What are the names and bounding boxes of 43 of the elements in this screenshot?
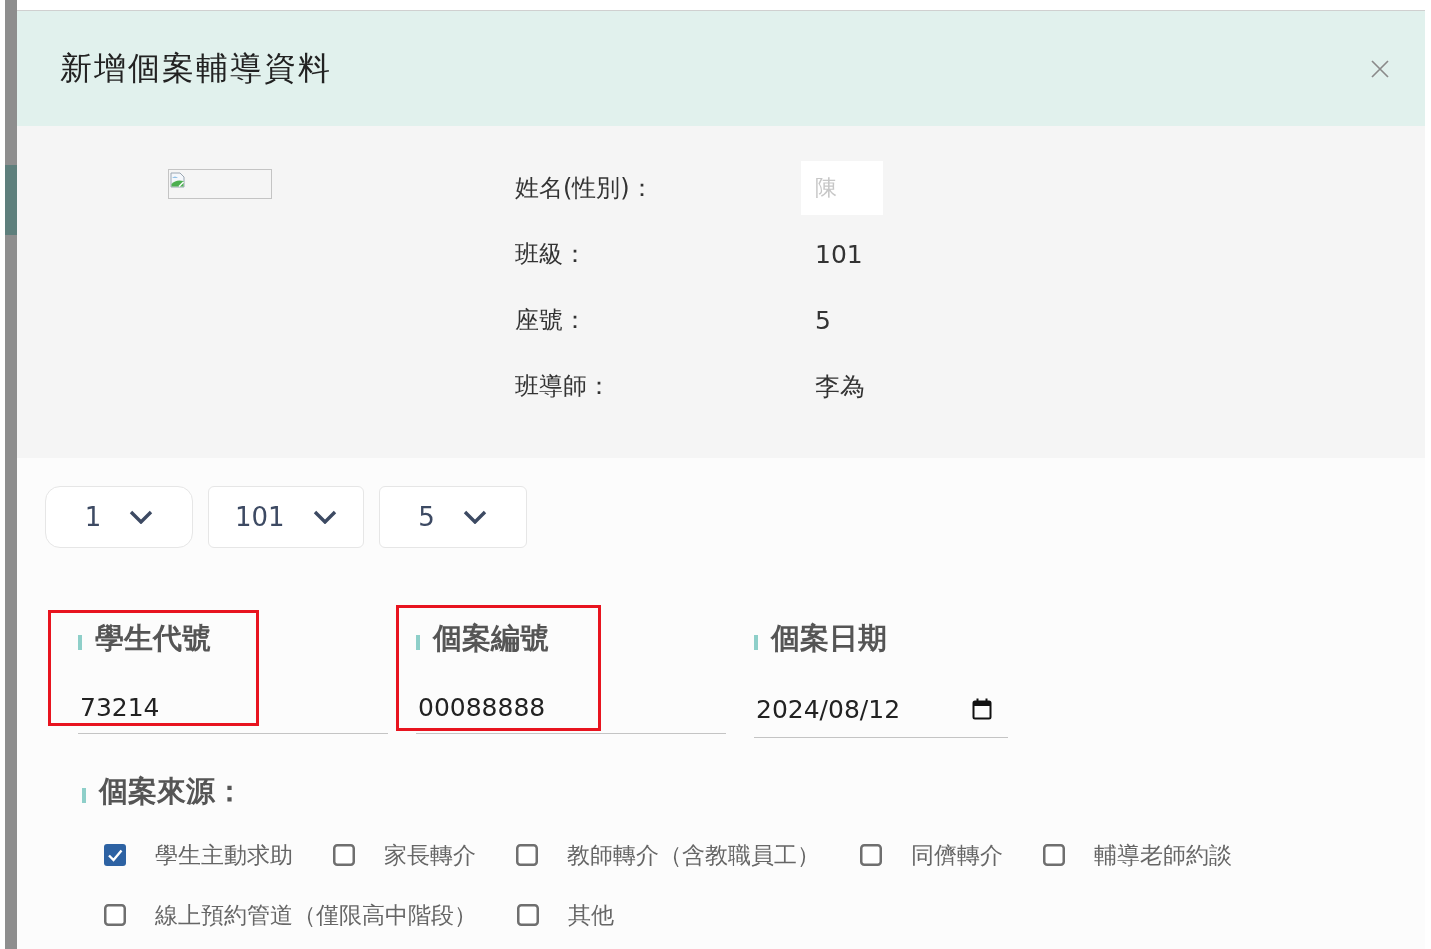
text-input[interactable]: 73214 [78, 681, 388, 734]
label-marker-icon [416, 634, 420, 650]
checkbox-checked-icon[interactable] [104, 844, 126, 866]
checkbox-label: 教師轉介（含教職員工） [567, 840, 820, 870]
chevron-down-icon [312, 510, 337, 524]
dropdown-select[interactable]: 1 [45, 486, 193, 548]
dropdown-select[interactable]: 101 [208, 486, 364, 548]
info-label: 班級： [515, 239, 588, 270]
section-label: 個案來源： [99, 773, 244, 810]
checkbox-label: 學生主動求助 [155, 840, 293, 870]
label-marker-icon [78, 634, 82, 650]
field-label: 個案編號 [433, 620, 549, 657]
checkbox-icon[interactable] [1043, 844, 1065, 866]
checkbox-icon[interactable] [516, 844, 538, 866]
checkbox-label: 家長轉介 [384, 840, 476, 870]
checkbox-label: 同儕轉介 [911, 840, 1003, 870]
info-value: 5 [815, 305, 831, 335]
field-label: 學生代號 [95, 620, 211, 657]
dropdown-select[interactable]: 5 [378, 486, 527, 548]
text-input[interactable]: 00088888 [416, 681, 726, 734]
field-label: 個案日期 [771, 620, 887, 657]
checkbox-label: 輔導老師約談 [1094, 840, 1232, 870]
checkbox-icon[interactable] [333, 844, 355, 866]
info-value: 101 [815, 239, 863, 269]
checkbox-icon[interactable] [517, 904, 539, 926]
info-label: 班導師： [515, 371, 612, 402]
checkbox-icon[interactable] [104, 904, 126, 926]
chevron-down-icon [462, 510, 487, 524]
info-value: 李為 [815, 370, 865, 403]
calendar-icon[interactable] [972, 698, 992, 720]
label-marker-icon [82, 787, 86, 803]
broken-image-icon [170, 172, 186, 188]
checkbox-label: 其他 [568, 900, 614, 930]
dialog-title: 新增個案輔導資料 [60, 47, 332, 89]
checkbox-icon[interactable] [860, 844, 882, 866]
close-icon [1371, 59, 1389, 78]
date-input[interactable]: 2024/08/12 [754, 681, 1008, 738]
chevron-down-icon [129, 510, 154, 524]
info-label: 座號： [515, 305, 588, 336]
checkbox-label: 線上預約管道（僅限高中階段） [155, 900, 477, 930]
redacted-name: 陳 [801, 161, 883, 215]
label-marker-icon [754, 634, 758, 650]
info-label: 姓名(性別)： [515, 173, 655, 204]
